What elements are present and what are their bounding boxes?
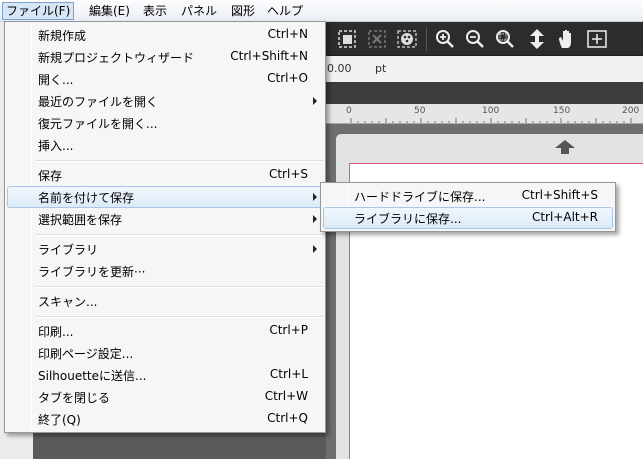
- menu-item-label: 印刷ページ設定...: [38, 347, 134, 361]
- menu-item-shortcut: Ctrl+Alt+R: [531, 210, 598, 224]
- menu-item-save-as[interactable]: 名前を付けて保存: [7, 186, 323, 208]
- zoom-select-icon[interactable]: [492, 26, 518, 52]
- menu-item-label: 新規プロジェクトウィザード: [38, 51, 195, 65]
- menu-item-save-selection[interactable]: 選択範囲を保存: [7, 208, 323, 230]
- menu-item-label: 最近のファイルを開く: [38, 95, 159, 109]
- submenu-arrow-icon: [313, 193, 317, 201]
- menu-item-label: ライブラリ: [38, 243, 99, 257]
- menu-item-label: 開く...: [38, 73, 74, 87]
- horizontal-ruler: 0 50 100 150 200: [326, 104, 643, 124]
- menu-item-label: 保存: [38, 169, 63, 183]
- ungroup-icon[interactable]: [364, 26, 390, 52]
- submenu-arrow-icon: [313, 97, 317, 105]
- menu-item-quit[interactable]: 終了(Q) Ctrl+Q: [7, 408, 323, 430]
- menu-item-label: 選択範囲を保存: [38, 213, 123, 227]
- menu-file[interactable]: ファイル(F): [2, 2, 75, 20]
- menu-shapes[interactable]: 図形: [228, 2, 258, 20]
- menu-item-library[interactable]: ライブラリ: [7, 238, 323, 260]
- menu-item-shortcut: Ctrl+Shift+N: [230, 49, 308, 63]
- menu-item-save[interactable]: 保存 Ctrl+S: [7, 164, 323, 186]
- option-unit-label: pt: [375, 62, 387, 75]
- move-icon[interactable]: [524, 26, 550, 52]
- menu-item-shortcut: Ctrl+P: [269, 323, 308, 337]
- menu-item-open[interactable]: 開く... Ctrl+O: [7, 68, 323, 90]
- menu-item-insert[interactable]: 挿入...: [7, 134, 323, 156]
- menu-item-close-tab[interactable]: タブを閉じる Ctrl+W: [7, 386, 323, 408]
- ruler-label: 50: [414, 106, 426, 116]
- zoom-out-icon[interactable]: [462, 26, 488, 52]
- pan-hand-icon[interactable]: [554, 26, 580, 52]
- ruler-label: 100: [482, 106, 500, 116]
- menu-item-label: 新規作成: [38, 29, 87, 43]
- ruler-label: 150: [553, 106, 571, 116]
- menu-separator: [36, 316, 323, 318]
- ruler-label: 200: [622, 106, 640, 116]
- menu-separator: [36, 234, 323, 236]
- menu-view[interactable]: 表示: [140, 2, 170, 20]
- menu-item-label: ハードドライブに保存...: [354, 190, 486, 204]
- fill-icon[interactable]: [394, 26, 420, 52]
- menu-edit[interactable]: 編集(E): [86, 2, 133, 20]
- submenu-arrow-icon: [313, 245, 317, 253]
- menu-item-label: スキャン...: [38, 295, 98, 309]
- menu-item-shortcut: Ctrl+O: [267, 71, 308, 85]
- menu-item-send-to-silhouette[interactable]: Silhouetteに送信... Ctrl+L: [7, 364, 323, 386]
- menu-item-scan[interactable]: スキャン...: [7, 290, 323, 312]
- file-menu: 新規作成 Ctrl+N 新規プロジェクトウィザード Ctrl+Shift+N 開…: [4, 21, 326, 433]
- menu-item-page-setup[interactable]: 印刷ページ設定...: [7, 342, 323, 364]
- menu-item-label: タブを閉じる: [38, 391, 111, 405]
- options-bar: [326, 56, 643, 82]
- menu-item-shortcut: Ctrl+Q: [267, 411, 308, 425]
- menu-item-save-to-library[interactable]: ライブラリに保存... Ctrl+Alt+R: [323, 207, 613, 229]
- menu-item-label: Silhouetteに送信...: [38, 369, 147, 383]
- menu-item-label: 名前を付けて保存: [38, 191, 135, 205]
- menu-item-shortcut: Ctrl+L: [269, 367, 308, 381]
- menu-item-save-to-hard-drive[interactable]: ハードドライブに保存... Ctrl+Shift+S: [323, 185, 613, 207]
- menu-item-label: 印刷...: [38, 325, 74, 339]
- ruler-label: 0: [346, 106, 352, 116]
- fit-page-icon[interactable]: [584, 26, 610, 52]
- menu-separator: [36, 286, 323, 288]
- scroll-up-arrow-icon[interactable]: [553, 139, 577, 155]
- menu-help[interactable]: ヘルプ: [264, 2, 306, 20]
- menu-separator: [36, 160, 323, 162]
- document-tab-bar: [326, 82, 643, 104]
- menu-item-open-recovery[interactable]: 復元ファイルを開く...: [7, 112, 323, 134]
- menu-item-refresh-library[interactable]: ライブラリを更新···: [7, 260, 323, 282]
- menu-item-print[interactable]: 印刷... Ctrl+P: [7, 320, 323, 342]
- toolbar-separator: [426, 27, 427, 51]
- submenu-arrow-icon: [313, 215, 317, 223]
- menu-item-open-recent[interactable]: 最近のファイルを開く: [7, 90, 323, 112]
- save-as-submenu: ハードドライブに保存... Ctrl+Shift+S ライブラリに保存... C…: [320, 182, 616, 232]
- menu-item-label: 復元ファイルを開く...: [38, 117, 158, 131]
- menu-bar: ファイル(F) 編集(E) 表示 パネル 図形 ヘルプ: [0, 0, 643, 22]
- menu-item-shortcut: Ctrl+S: [268, 167, 308, 181]
- menu-item-label: ライブラリを更新···: [38, 265, 146, 279]
- menu-item-label: ライブラリに保存...: [354, 212, 462, 226]
- menu-item-new[interactable]: 新規作成 Ctrl+N: [7, 24, 323, 46]
- menu-item-label: 挿入...: [38, 139, 74, 153]
- option-value-field[interactable]: 0.00: [327, 62, 352, 75]
- menu-item-new-project-wizard[interactable]: 新規プロジェクトウィザード Ctrl+Shift+N: [7, 46, 323, 68]
- menu-item-shortcut: Ctrl+N: [267, 27, 308, 41]
- menu-item-shortcut: Ctrl+W: [264, 389, 308, 403]
- menu-item-shortcut: Ctrl+Shift+S: [521, 188, 598, 202]
- menu-panel[interactable]: パネル: [178, 2, 220, 20]
- zoom-in-icon[interactable]: [432, 26, 458, 52]
- menu-item-label: 終了(Q): [38, 413, 81, 427]
- toolbar: [326, 22, 643, 56]
- left-status-strip: [33, 433, 326, 459]
- group-icon[interactable]: [334, 26, 360, 52]
